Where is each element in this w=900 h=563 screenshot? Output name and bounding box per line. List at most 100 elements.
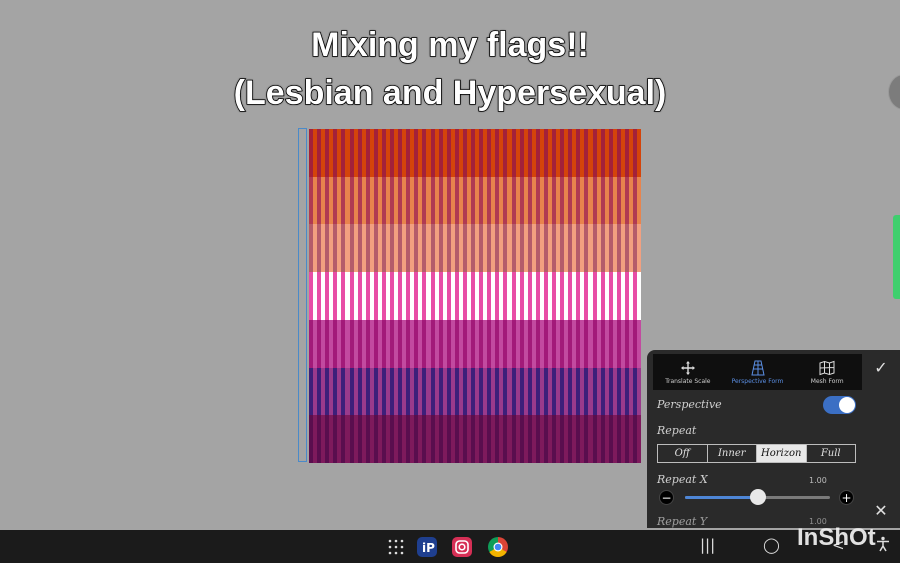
tab-translate-scale[interactable]: Translate Scale (653, 354, 723, 390)
flag-stripe (479, 319, 484, 369)
checkmark-icon[interactable]: ✓ (872, 359, 890, 377)
flag-stripe (365, 367, 370, 416)
tab-mesh-form[interactable]: Mesh Form (792, 354, 862, 390)
flag-band (309, 367, 641, 416)
repeat-x-minus-button[interactable]: − (659, 490, 674, 505)
flag-stripe (495, 224, 500, 273)
flag-stripe (414, 319, 419, 369)
tab-translate-scale-label: Translate Scale (665, 377, 711, 385)
repeat-x-slider[interactable] (685, 489, 830, 505)
flag-stripe (616, 272, 621, 321)
flag-band-stripes (309, 272, 641, 321)
close-icon[interactable]: ✕ (872, 502, 890, 520)
flag-stripe (381, 415, 386, 463)
flag-stripe (454, 415, 459, 463)
taskbar: iP ||| ◯ < (0, 530, 900, 563)
flag-stripe (462, 319, 467, 369)
flag-stripe (446, 176, 451, 225)
repeat-option-full[interactable]: Full (805, 445, 856, 462)
repeat-x-plus-button[interactable]: + (839, 490, 854, 505)
flag-stripe (349, 367, 354, 416)
recents-button[interactable]: ||| (700, 536, 715, 554)
inshot-watermark: InShOt (797, 524, 876, 551)
flag-stripe (543, 367, 548, 416)
flag-stripe (527, 224, 532, 273)
flag-stripe (487, 224, 492, 273)
flag-stripe (519, 129, 524, 178)
flag-stripe (446, 367, 451, 416)
chrome-icon[interactable] (488, 537, 508, 557)
ibis-paint-icon[interactable]: iP (417, 537, 437, 557)
flag-stripe (446, 319, 451, 369)
side-drawer-handle[interactable] (893, 215, 900, 299)
flag-stripe (325, 176, 330, 225)
flag-stripe (487, 129, 492, 178)
repeat-option-off[interactable]: Off (658, 445, 707, 462)
flag-stripe (527, 272, 532, 321)
flag-band-stripes (309, 129, 641, 178)
repeat-y-label: Repeat Y (657, 515, 708, 528)
flag-stripe (527, 176, 532, 225)
flag-stripe (479, 367, 484, 416)
app-grid-icon[interactable] (386, 537, 406, 557)
flag-stripe (390, 415, 394, 463)
repeat-option-inner[interactable]: Inner (706, 445, 757, 462)
flag-stripe (503, 176, 508, 225)
repeat-option-horizon[interactable]: Horizon (756, 445, 806, 462)
repeat-label: Repeat (657, 424, 697, 437)
flag-stripe (495, 415, 500, 463)
flag-stripe (341, 176, 346, 225)
tab-perspective-form[interactable]: Perspective Form (723, 354, 793, 390)
flag-stripe (519, 224, 524, 273)
flag-stripe (341, 319, 346, 369)
flag-canvas[interactable] (309, 129, 641, 463)
flag-stripe (624, 272, 629, 321)
flag-stripe (511, 415, 516, 463)
flag-stripe (600, 129, 605, 178)
perspective-toggle[interactable] (823, 396, 856, 414)
flag-stripe (398, 415, 403, 463)
flag-stripe (325, 367, 330, 416)
flag-stripe (373, 176, 378, 225)
flag-stripe (535, 224, 540, 273)
flag-stripe (349, 415, 354, 463)
flag-stripe (462, 272, 467, 321)
flag-stripe (495, 319, 500, 369)
flag-stripe (462, 129, 467, 178)
flag-stripe (333, 224, 338, 273)
flag-stripe (317, 272, 322, 321)
flag-band (309, 129, 641, 178)
left-edge-handle[interactable] (298, 128, 307, 462)
flag-stripe (624, 224, 629, 273)
flag-stripe (543, 272, 548, 321)
flag-stripe (495, 176, 500, 225)
flag-stripe (616, 176, 621, 225)
flag-stripe (584, 367, 589, 416)
flag-stripe (576, 176, 581, 225)
accessibility-icon[interactable] (876, 536, 890, 556)
flag-stripe (373, 129, 378, 178)
flag-stripe (576, 367, 581, 416)
flag-stripe (592, 367, 597, 416)
flag-stripe (462, 415, 467, 463)
flag-stripe (633, 176, 637, 225)
repeat-x-slider-thumb[interactable] (749, 489, 766, 505)
flag-stripe (568, 319, 573, 369)
flag-stripe (479, 224, 484, 273)
flag-stripe (519, 272, 524, 321)
flag-stripe (624, 367, 629, 416)
instagram-icon[interactable] (452, 537, 472, 557)
flag-stripe (608, 129, 613, 178)
flag-stripe (511, 129, 516, 178)
flag-stripe (365, 224, 370, 273)
flag-stripe (552, 367, 556, 416)
flag-stripe (333, 272, 338, 321)
flag-stripe (309, 367, 313, 416)
flag-stripe (341, 129, 346, 178)
flag-stripe (584, 319, 589, 369)
flag-stripe (390, 319, 394, 369)
flag-stripe (414, 272, 419, 321)
flag-band-stripes (309, 224, 641, 273)
home-button[interactable]: ◯ (763, 536, 780, 554)
flag-stripe (373, 224, 378, 273)
